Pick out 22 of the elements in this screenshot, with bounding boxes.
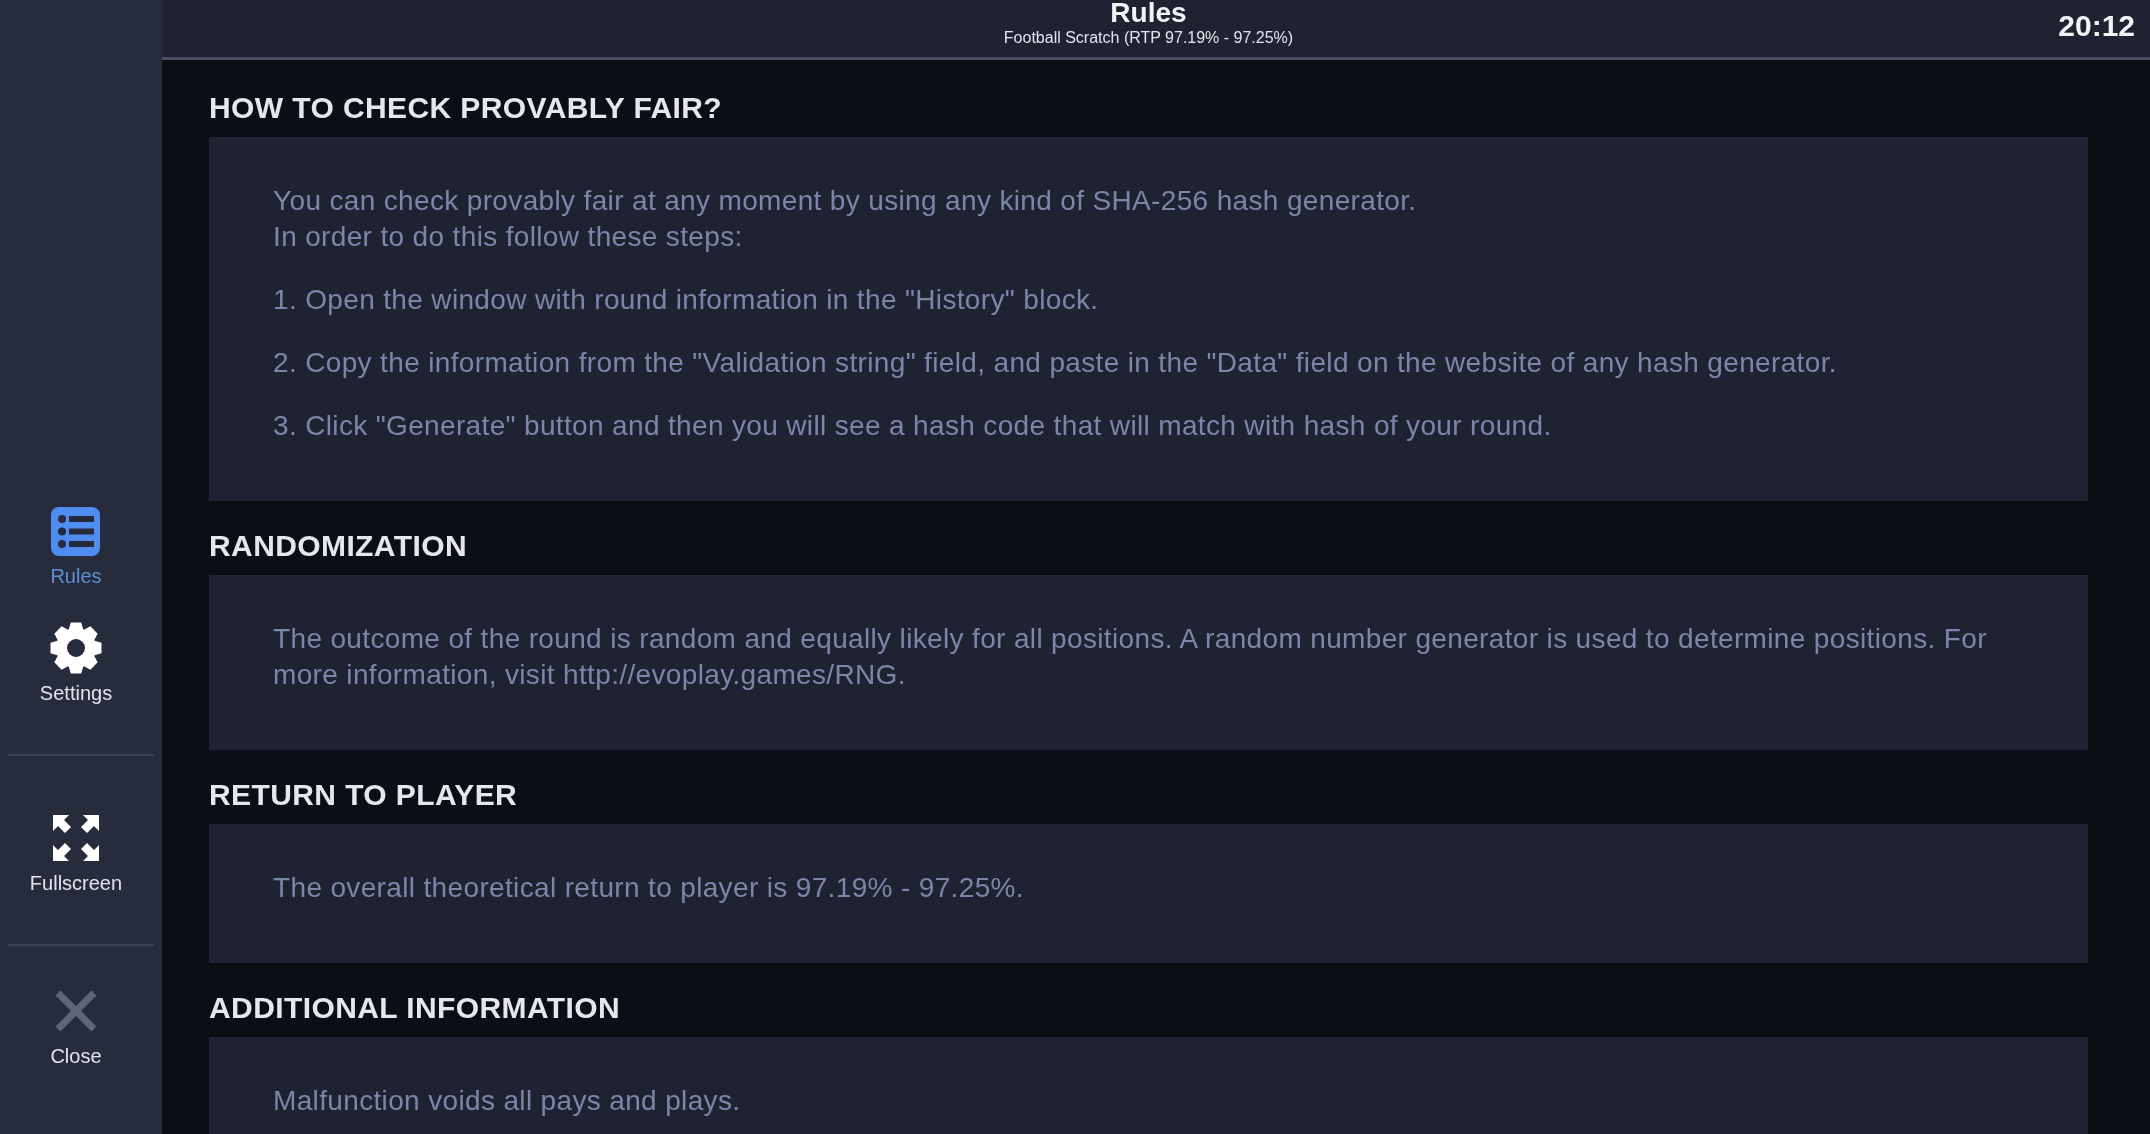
section-heading: HOW TO CHECK PROVABLY FAIR? bbox=[209, 92, 723, 124]
sidebar-button[interactable]: Rules bbox=[50, 504, 102, 588]
close-icon bbox=[55, 990, 97, 1032]
section-heading: RANDOMIZATION bbox=[209, 530, 467, 562]
rules-paragraph: The overall theoretical return to player is 97.19% - 97.25%. bbox=[273, 871, 1025, 905]
expand-arrows-icon bbox=[53, 815, 99, 861]
sidebar-button[interactable]: Fullscreen bbox=[29, 811, 123, 895]
game-subtitle: Football Scratch (RTP 97.19% - 97.25%) bbox=[1003, 28, 1294, 48]
sidebar-button[interactable]: Close bbox=[50, 984, 102, 1068]
section-heading: RETURN TO PLAYER bbox=[209, 779, 518, 811]
rules-paragraph: 3. Click "Generate" button and then you will see a hash code that will match with hash of your round. bbox=[273, 409, 1553, 443]
rules-paragraph: You can check provably fair at any moment by using any kind of SHA-256 hash generator. In order to do this follow these steps: bbox=[273, 184, 1418, 254]
list-icon bbox=[51, 506, 101, 556]
rules-paragraph: Malfunction voids all pays and plays. bbox=[273, 1084, 742, 1118]
settings-icon bbox=[49, 621, 103, 675]
page-title: Rules bbox=[1110, 0, 1187, 26]
sidebar-button[interactable]: Settings bbox=[39, 621, 113, 705]
section-heading: ADDITIONAL INFORMATION bbox=[209, 992, 620, 1024]
rules-paragraph: 1. Open the window with round information in the "History" block. bbox=[273, 283, 1100, 317]
rules-paragraph: The outcome of the round is random and equally likely for all positions. A random number generator is used to determine positions. For more information, visit http://evoplay.games/RNG. bbox=[273, 622, 1988, 692]
clock-time: 20:12 bbox=[2058, 9, 2135, 43]
rules-paragraph: 2. Copy the information from the "Validation string" field, and paste in the "Data" field on the website of any hash generator. bbox=[273, 346, 1838, 380]
